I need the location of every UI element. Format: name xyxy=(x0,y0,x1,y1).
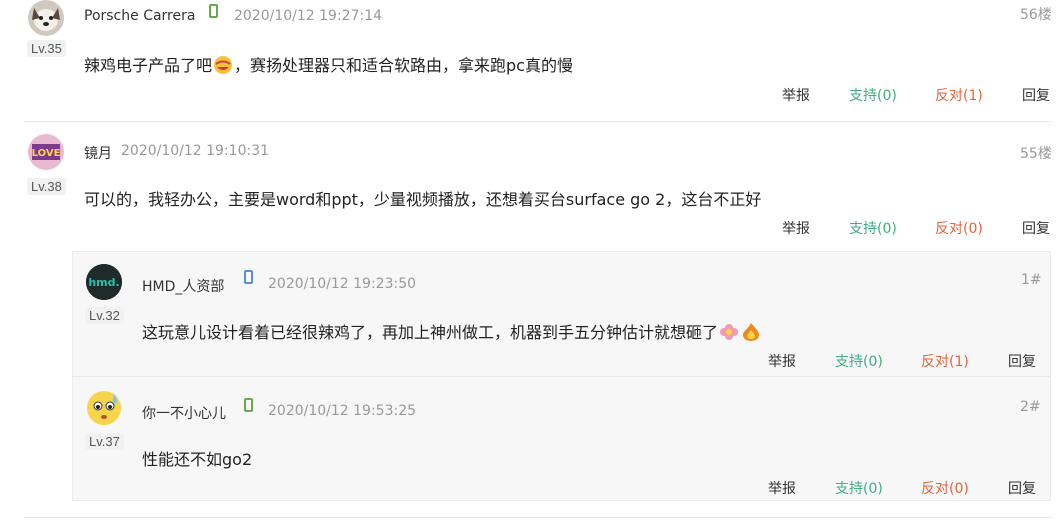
oppose-button[interactable]: 反对(1) xyxy=(921,351,969,371)
love-avatar-icon: LOVE xyxy=(28,134,64,170)
timestamp: 2020/10/12 19:10:31 xyxy=(121,143,270,159)
avatar[interactable] xyxy=(28,0,64,36)
android-device-icon xyxy=(209,4,218,18)
reply-button[interactable]: 回复 xyxy=(1022,85,1050,105)
avatar[interactable]: hmd. xyxy=(86,264,122,300)
timestamp: 2020/10/12 19:53:25 xyxy=(268,403,417,419)
avatar[interactable]: LOVE xyxy=(28,134,64,170)
hmd-logo-avatar-icon: hmd. xyxy=(86,264,122,300)
comment-text: 这玩意儿设计看着已经很辣鸡了，再加上神州做工，机器到手五分钟估计就想砸了 xyxy=(142,323,719,342)
fire-emoji-icon xyxy=(743,323,760,341)
comment-content: 辣鸡电子产品了吧 ，赛扬处理器只和适合软路由，拿来跑pc真的慢 xyxy=(84,52,573,76)
username[interactable]: HMD_人资部 xyxy=(142,276,224,296)
comment-text-part2: ，赛扬处理器只和适合软路由，拿来跑pc真的慢 xyxy=(234,56,573,75)
oppose-button[interactable]: 反对(0) xyxy=(935,218,983,238)
oppose-button[interactable]: 反对(0) xyxy=(921,478,969,498)
support-button[interactable]: 支持(0) xyxy=(835,351,883,371)
avatar[interactable] xyxy=(86,390,122,426)
support-button[interactable]: 支持(0) xyxy=(835,478,883,498)
android-device-icon xyxy=(244,398,253,412)
username[interactable]: 你一不小心儿 xyxy=(142,403,226,423)
svg-text:LOVE: LOVE xyxy=(32,148,61,159)
report-button[interactable]: 举报 xyxy=(782,218,810,238)
ios-device-icon xyxy=(244,270,253,284)
support-button[interactable]: 支持(0) xyxy=(849,218,897,238)
level-badge: Lv.35 xyxy=(27,40,66,57)
comment-content: 可以的，我轻办公，主要是word和ppt，少量视频播放，还想着买台surface… xyxy=(84,190,762,209)
dog-avatar-icon xyxy=(28,0,64,36)
flower-emoji-icon xyxy=(720,324,739,340)
reply-button[interactable]: 回复 xyxy=(1008,478,1036,498)
svg-text:hmd.: hmd. xyxy=(88,276,119,289)
support-button[interactable]: 支持(0) xyxy=(849,85,897,105)
oppose-button[interactable]: 反对(1) xyxy=(935,85,983,105)
username[interactable]: 镜月 xyxy=(84,143,112,163)
level-badge: Lv.37 xyxy=(85,433,124,450)
timestamp: 2020/10/12 19:27:14 xyxy=(234,8,383,24)
sweat-face-emoji-icon xyxy=(87,391,121,425)
floor-number: 56楼 xyxy=(1020,7,1052,23)
report-button[interactable]: 举报 xyxy=(768,478,796,498)
username[interactable]: Porsche Carrera xyxy=(84,8,195,24)
timestamp: 2020/10/12 19:23:50 xyxy=(268,276,417,292)
floor-number: 2# xyxy=(1020,399,1041,415)
level-badge: Lv.38 xyxy=(27,178,66,195)
divider xyxy=(24,121,1052,122)
comment-text-part1: 辣鸡电子产品了吧 xyxy=(84,56,213,75)
comment-content: 性能还不如go2 xyxy=(142,450,253,469)
floor-number: 55楼 xyxy=(1020,146,1052,162)
reply-button[interactable]: 回复 xyxy=(1022,218,1050,238)
laughing-emoji-icon xyxy=(214,56,233,74)
reply-button[interactable]: 回复 xyxy=(1008,351,1036,371)
level-badge: Lv.32 xyxy=(85,307,124,324)
report-button[interactable]: 举报 xyxy=(782,85,810,105)
report-button[interactable]: 举报 xyxy=(768,351,796,371)
comment-content: 这玩意儿设计看着已经很辣鸡了，再加上神州做工，机器到手五分钟估计就想砸了 xyxy=(142,319,762,343)
divider xyxy=(72,376,1051,377)
floor-number: 1# xyxy=(1021,272,1042,288)
divider xyxy=(24,517,1052,518)
